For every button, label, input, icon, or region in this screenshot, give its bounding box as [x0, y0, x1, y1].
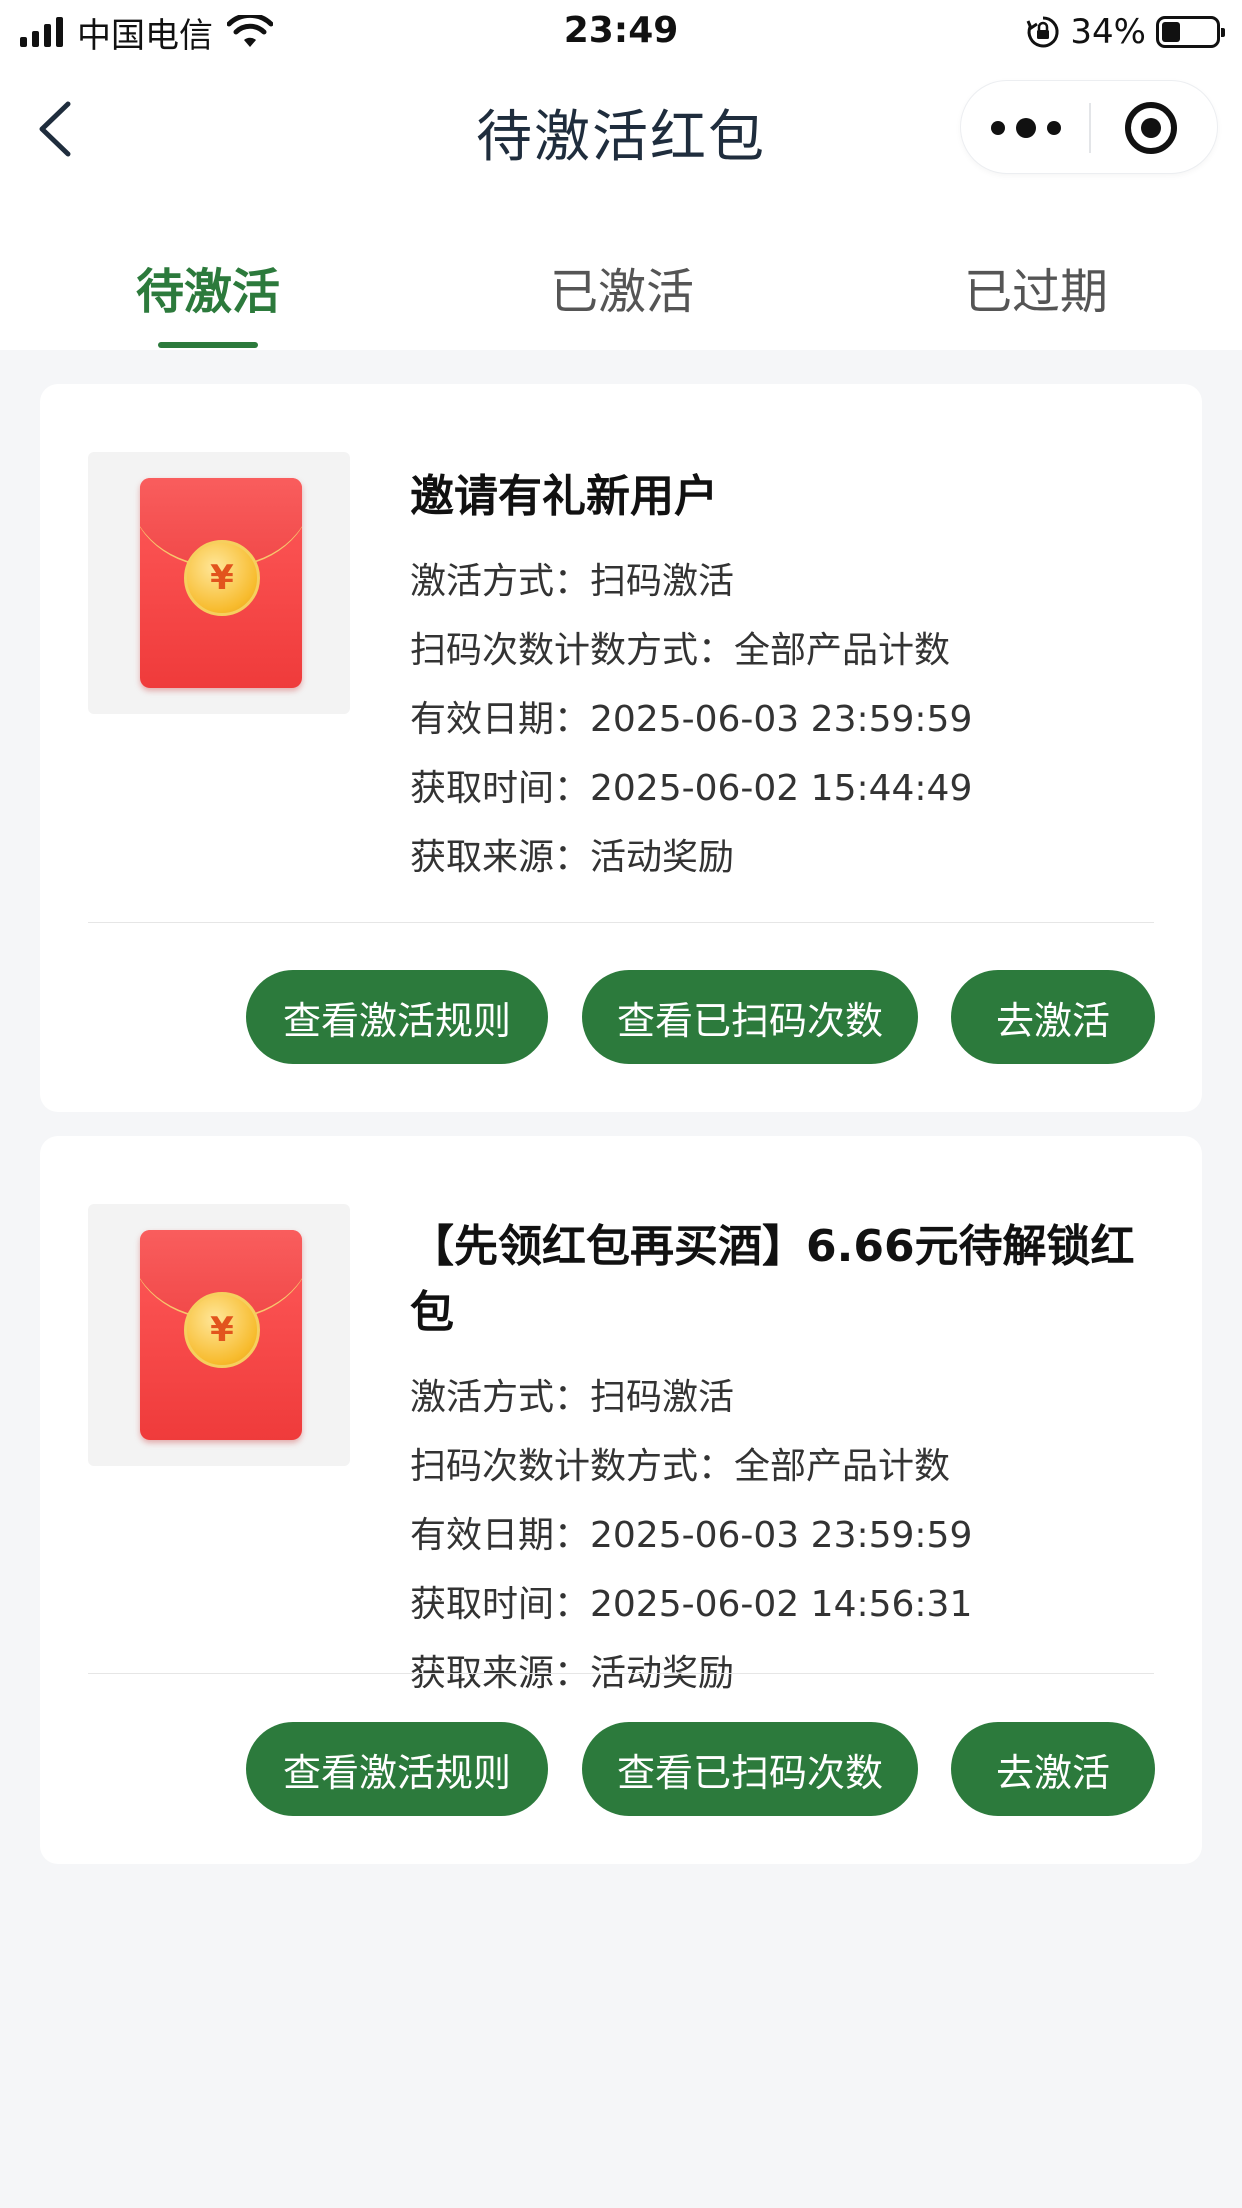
tab-active-indicator — [158, 342, 258, 348]
tab-pending[interactable]: 待激活 — [136, 252, 280, 322]
tab-bar: 待激活 已激活 已过期 — [0, 192, 1242, 350]
source: 获取来源：活动奖励 — [410, 1653, 735, 1694]
card-divider — [88, 922, 1154, 923]
obtained-time: 获取时间：2025-06-02 14:56:31 — [410, 1584, 973, 1625]
battery-icon — [1156, 16, 1225, 48]
mini-program-capsule — [960, 80, 1218, 174]
view-rules-button[interactable]: 查看激活规则 — [246, 970, 548, 1064]
count-method: 扫码次数计数方式：全部产品计数 — [410, 1446, 951, 1487]
red-packet-card: ¥ 【先领红包再买酒】6.66元待解锁红包 激活方式：扫码激活 扫码次数计数方式… — [40, 1136, 1202, 1864]
status-bar: 中国电信 23:49 34% — [0, 0, 1242, 64]
status-right: 34% — [1026, 10, 1225, 54]
view-rules-button[interactable]: 查看激活规则 — [246, 1722, 548, 1816]
card-image: ¥ — [88, 452, 350, 714]
rotation-lock-icon — [1027, 16, 1059, 48]
activation-method: 激活方式：扫码激活 — [410, 561, 735, 602]
coin-icon: ¥ — [184, 540, 260, 616]
battery-percent: 34% — [1070, 12, 1146, 52]
card-title: 【先领红包再买酒】6.66元待解锁红包 — [410, 1221, 1135, 1338]
activation-method: 激活方式：扫码激活 — [410, 1377, 735, 1418]
capsule-divider — [1089, 103, 1091, 153]
card-divider — [88, 1673, 1154, 1674]
activate-button[interactable]: 去激活 — [951, 1722, 1155, 1816]
source: 获取来源：活动奖励 — [410, 837, 735, 878]
count-method: 扫码次数计数方式：全部产品计数 — [410, 630, 951, 671]
more-dots-icon[interactable] — [991, 114, 1061, 142]
red-packet-card: ¥ 邀请有礼新用户 激活方式：扫码激活 扫码次数计数方式：全部产品计数 有效日期… — [40, 384, 1202, 1112]
tab-activated[interactable]: 已激活 — [550, 252, 694, 322]
card-image: ¥ — [88, 1204, 350, 1466]
view-scan-count-button[interactable]: 查看已扫码次数 — [582, 970, 918, 1064]
activate-button[interactable]: 去激活 — [951, 970, 1155, 1064]
tab-expired[interactable]: 已过期 — [964, 252, 1108, 322]
red-envelope-icon: ¥ — [140, 478, 302, 688]
red-envelope-icon: ¥ — [140, 1230, 302, 1440]
view-scan-count-button[interactable]: 查看已扫码次数 — [582, 1722, 918, 1816]
target-circle-icon[interactable] — [1125, 102, 1177, 154]
coin-icon: ¥ — [184, 1292, 260, 1368]
valid-date: 有效日期：2025-06-03 23:59:59 — [410, 1515, 973, 1556]
obtained-time: 获取时间：2025-06-02 15:44:49 — [410, 768, 973, 809]
card-title: 邀请有礼新用户 — [410, 471, 718, 522]
valid-date: 有效日期：2025-06-03 23:59:59 — [410, 699, 973, 740]
nav-bar: 待激活红包 — [0, 64, 1242, 192]
